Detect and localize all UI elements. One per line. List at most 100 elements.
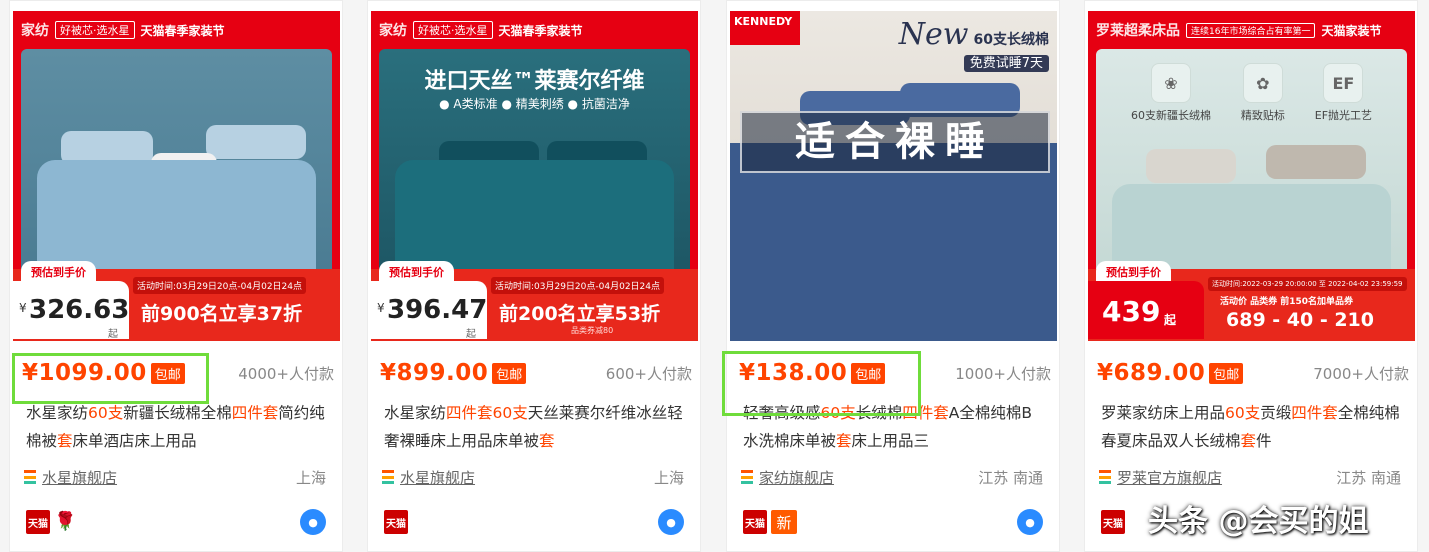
est-qi: 起: [466, 329, 476, 340]
promo-deal: 689 - 40 - 210: [1226, 309, 1374, 331]
product-title[interactable]: 水星家纺四件套60支天丝莱赛尔纤维冰丝轻奢裸睡床上用品床单被套: [384, 399, 684, 455]
shop-row: 水星旗舰店 上海: [382, 465, 684, 489]
title-keyword: 四件套: [446, 404, 493, 422]
sales-count: 7000+人付款: [1313, 364, 1409, 383]
product-image[interactable]: 家纺 好被芯·选水星 天猫春季家装节 预估到手价 ¥ 326.63 起 活动时间…: [13, 11, 340, 341]
free-shipping-badge: 包邮: [492, 362, 527, 384]
sales-count: 600+人付款: [605, 364, 692, 383]
product-image[interactable]: KENNEDY New 60支长绒棉 免费试睡7天 适合裸睡: [730, 11, 1057, 341]
bedding-photo: [21, 49, 332, 281]
ef-icon: EF: [1323, 63, 1364, 103]
shop-icon: [24, 470, 36, 484]
promo-deal-labels: 活动价 品类券 前150名加单品券: [1220, 297, 1354, 307]
product-card[interactable]: 家纺 好被芯·选水星 天猫春季家装节 进口天丝™莱赛尔纤维 ● A类标准 ● 精…: [367, 0, 701, 552]
shop-link[interactable]: 家纺旗舰店: [759, 467, 834, 488]
location: 上海: [653, 468, 684, 487]
product-title[interactable]: 罗莱家纺床上用品60支贡缎四件套全棉纯棉春夏床品双人长绒棉套件: [1101, 399, 1401, 455]
wangwang-chat-icon[interactable]: ●: [658, 509, 684, 535]
image-banner: 家纺 好被芯·选水星 天猫春季家装节: [371, 11, 698, 49]
feature-label-tag: ✿ 精致贴标: [1241, 63, 1285, 123]
sales-count: 1000+人付款: [955, 364, 1051, 383]
title-text: 新疆长绒棉全棉: [123, 404, 232, 422]
shop-icon: [741, 470, 753, 484]
title-text: 件: [1256, 432, 1272, 450]
price-highlight-box: [12, 353, 209, 404]
image-banner: 家纺 好被芯·选水星 天猫春季家装节: [13, 11, 340, 49]
banner-event: 天猫春季家装节: [140, 23, 225, 38]
product-image[interactable]: 罗莱超柔床品 连续16年市场综合占有率第一 天猫家装节 ❀ 60支新疆长绒棉 ✿ 精…: [1088, 11, 1415, 341]
image-headline: 适合裸睡: [740, 111, 1050, 173]
cotton-icon: ❀: [1150, 63, 1191, 103]
new-tag: New 60支长绒棉 免费试睡7天: [898, 17, 1049, 72]
image-banner: 罗莱超柔床品 连续16年市场综合占有率第一 天猫家装节: [1088, 11, 1415, 49]
shop-icon: [1099, 470, 1111, 484]
est-price: 396.47: [387, 295, 488, 325]
product-title[interactable]: 水星家纺60支新疆长绒棉全棉四件套简约纯棉被套床单酒店床上用品: [26, 399, 326, 455]
est-label: 预估到手价: [1096, 261, 1171, 283]
product-card[interactable]: 罗莱超柔床品 连续16年市场综合占有率第一 天猫家装节 ❀ 60支新疆长绒棉 ✿ 精…: [1084, 0, 1418, 552]
tmall-icon: 天猫: [26, 510, 50, 534]
promo-time: 活动时间:03月29日20点-04月02日24点: [491, 277, 664, 294]
product-grid: 家纺 好被芯·选水星 天猫春季家装节 预估到手价 ¥ 326.63 起 活动时间…: [0, 0, 1429, 552]
bedding-photo: 进口天丝™莱赛尔纤维 ● A类标准 ● 精美刺绣 ● 抗菌洁净: [379, 49, 690, 281]
location: 江苏 南通: [1336, 468, 1401, 487]
title-text: 罗莱家纺床上用品: [1101, 404, 1226, 422]
est-price-box: ¥ 326.63 起: [13, 281, 130, 340]
promo-time: 活动时间:03月29日20点-04月02日24点: [133, 277, 306, 294]
est-price-box: 439 起: [1088, 281, 1204, 339]
new-word: New: [898, 17, 969, 52]
location: 江苏 南通: [978, 468, 1043, 487]
feature-cotton: ❀ 60支新疆长绒棉: [1131, 63, 1211, 123]
wangwang-chat-icon[interactable]: ●: [1017, 509, 1043, 535]
title-text: 水星家纺: [26, 404, 89, 422]
promo-deal: 前200名立享53折: [499, 303, 661, 325]
feature-label: 精致贴标: [1240, 109, 1285, 122]
title-keyword: 四件套: [1291, 404, 1338, 422]
title-keyword: 四件套: [231, 404, 279, 422]
rose-icon: 🌹: [54, 511, 77, 532]
badges: 天猫 新 ●: [743, 509, 1043, 535]
promo-time: 活动时间:2022-03-29 20:00:00 至 2022-04-02 23…: [1208, 277, 1407, 291]
wangwang-chat-icon[interactable]: ●: [300, 509, 326, 535]
promo-banner: 预估到手价 ¥ 396.47 起 活动时间:03月29日20点-04月02日24…: [371, 261, 698, 341]
title-keyword: 60支: [88, 404, 124, 422]
est-qi: 起: [108, 329, 118, 340]
tmall-icon: 天猫: [743, 510, 767, 534]
price-highlight-box: [722, 351, 921, 416]
location: 上海: [295, 468, 326, 487]
shop-link[interactable]: 罗莱官方旗舰店: [1117, 467, 1222, 488]
est-price: 326.63: [29, 295, 130, 325]
product-card[interactable]: 家纺 好被芯·选水星 天猫春季家装节 预估到手价 ¥ 326.63 起 活动时间…: [9, 0, 343, 552]
promo-deal: 前900名立享37折: [141, 303, 303, 325]
promo-banner: 预估到手价 ¥ 326.63 起 活动时间:03月29日20点-04月02日24…: [13, 261, 340, 341]
product-card[interactable]: KENNEDY New 60支长绒棉 免费试睡7天 适合裸睡 ¥138.00 包…: [726, 0, 1060, 552]
product-image[interactable]: 家纺 好被芯·选水星 天猫春季家装节 进口天丝™莱赛尔纤维 ● A类标准 ● 精…: [371, 11, 698, 341]
watermark: 头条 @会买的姐: [1148, 504, 1369, 539]
shop-link[interactable]: 水星旗舰店: [42, 467, 117, 488]
trial-tag: 免费试睡7天: [963, 55, 1049, 72]
new-badge: 新: [771, 510, 797, 534]
shop-row: 水星旗舰店 上海: [24, 465, 326, 489]
title-text: 水星家纺: [384, 404, 447, 422]
tmall-icon: 天猫: [384, 510, 408, 534]
est-qi: 起: [1164, 313, 1177, 327]
free-shipping-badge: 包邮: [1209, 362, 1244, 384]
feature-icons: ❀ 60支新疆长绒棉 ✿ 精致贴标 EF EF抛光工艺: [1096, 63, 1407, 123]
title-keyword: 套: [1240, 432, 1257, 450]
bedding-photo: ❀ 60支新疆长绒棉 ✿ 精致贴标 EF EF抛光工艺: [1096, 49, 1407, 281]
banner-tag: 好被芯·选水星: [413, 21, 493, 39]
banner-tag: 连续16年市场综合占有率第一: [1186, 22, 1316, 38]
badges: 天猫 ●: [384, 509, 684, 535]
image-headline: 进口天丝™莱赛尔纤维: [424, 69, 645, 94]
tmall-icon: 天猫: [1101, 510, 1125, 534]
est-label: 预估到手价: [379, 261, 454, 283]
shop-link[interactable]: 水星旗舰店: [400, 467, 475, 488]
title-text: 床上用品三: [851, 432, 930, 450]
banner-event: 天猫家装节: [1321, 23, 1382, 38]
title-keyword: 60支: [1225, 404, 1261, 422]
image-features: ● A类标准 ● 精美刺绣 ● 抗菌洁净: [439, 97, 630, 111]
sales-count: 4000+人付款: [238, 364, 334, 383]
est-price: 439: [1102, 295, 1161, 328]
brand-logo: KENNEDY: [730, 11, 800, 45]
title-keyword: 套: [57, 432, 73, 450]
